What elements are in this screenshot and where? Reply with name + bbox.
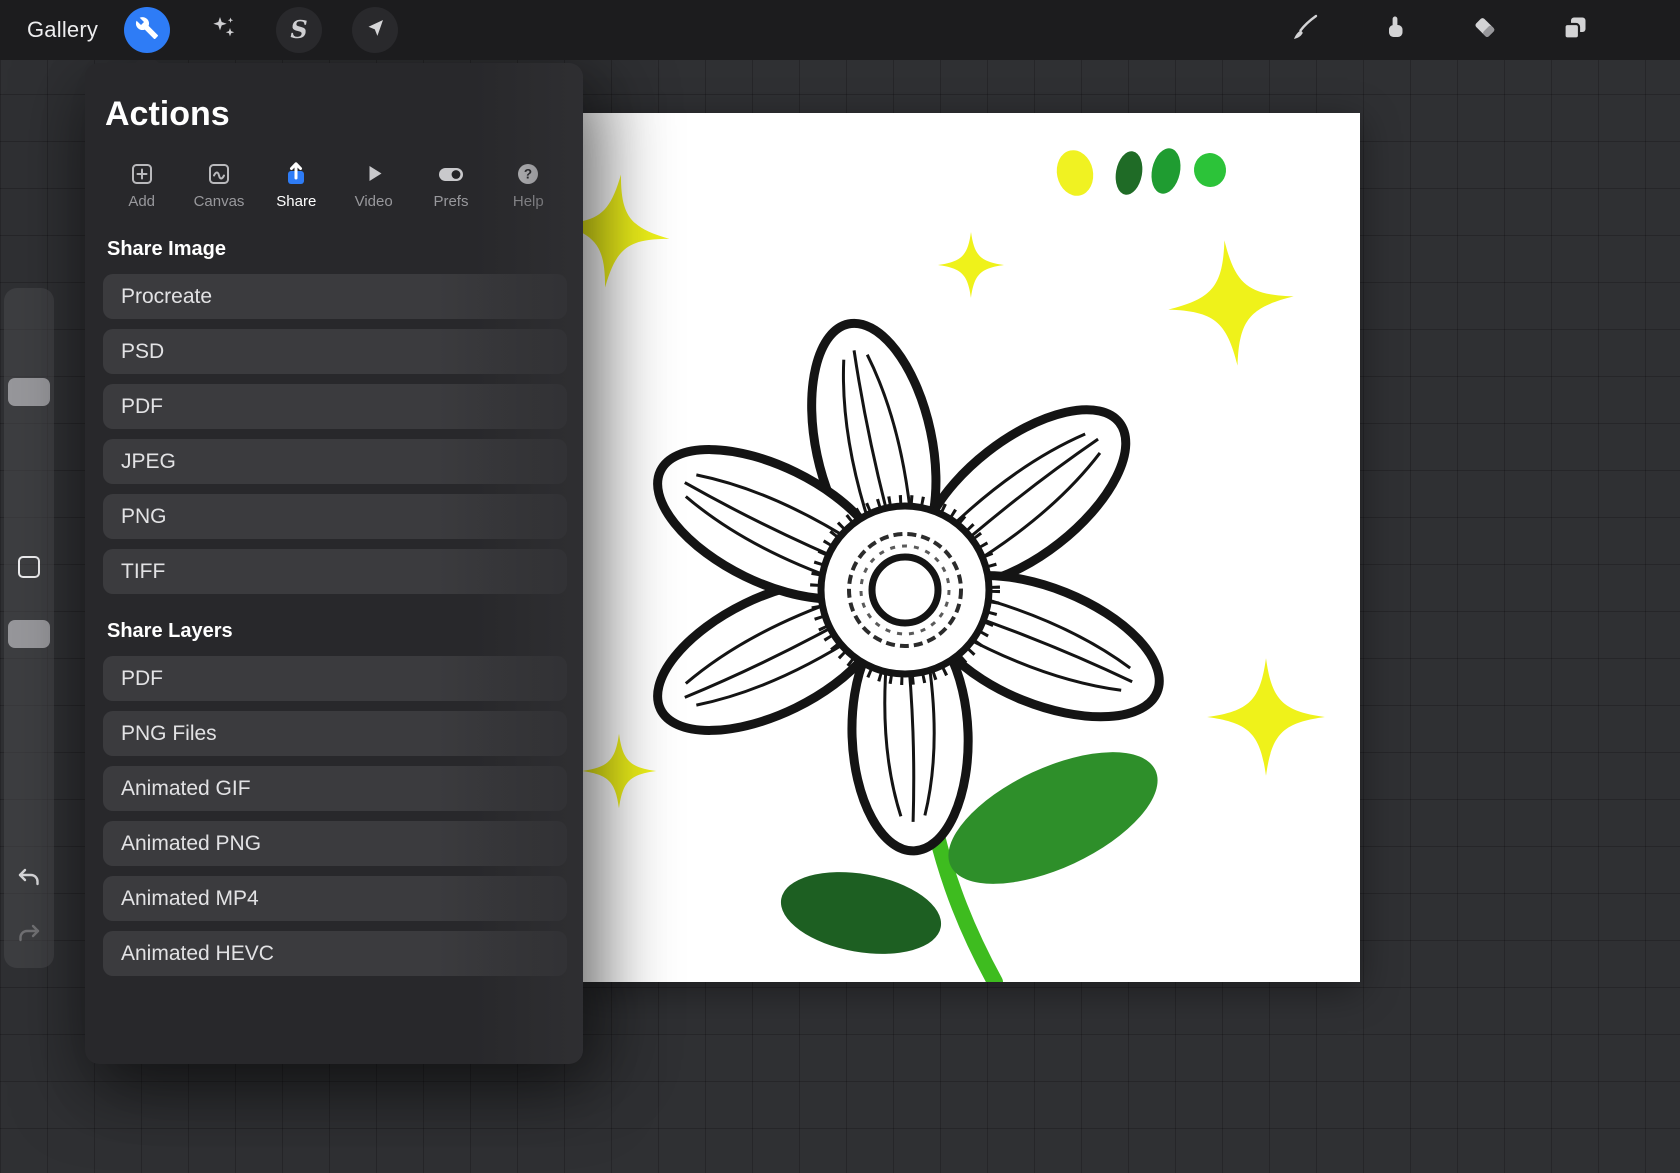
selection-button[interactable]: S bbox=[276, 7, 322, 53]
undo-button[interactable] bbox=[16, 866, 42, 895]
selection-s-icon: S bbox=[290, 18, 307, 42]
share-option-png[interactable]: PNG bbox=[103, 494, 567, 539]
tab-label: Canvas bbox=[194, 193, 245, 210]
share-icon bbox=[282, 158, 310, 188]
share-image-header: Share Image bbox=[107, 238, 567, 261]
swatch-bright-green bbox=[1193, 152, 1228, 189]
tab-label: Video bbox=[355, 193, 393, 210]
top-toolbar: Gallery S bbox=[0, 0, 1680, 60]
help-icon: ? bbox=[514, 158, 542, 188]
leaf-dark-green bbox=[774, 861, 947, 966]
swatch-green bbox=[1148, 146, 1185, 197]
canvas-icon bbox=[205, 158, 233, 188]
transform-button[interactable] bbox=[352, 7, 398, 53]
erase-tool-button[interactable] bbox=[1470, 13, 1500, 48]
transform-arrow-icon bbox=[363, 16, 387, 45]
layers-button[interactable] bbox=[1560, 13, 1590, 48]
share-option-procreate[interactable]: Procreate bbox=[103, 274, 567, 319]
paint-tool-button[interactable] bbox=[1290, 13, 1320, 48]
actions-button[interactable] bbox=[124, 7, 170, 53]
tab-video[interactable]: Video bbox=[335, 158, 412, 210]
share-layers-animated-mp4[interactable]: Animated MP4 bbox=[103, 876, 567, 921]
add-icon bbox=[128, 158, 156, 188]
tab-share[interactable]: Share bbox=[258, 158, 335, 210]
brush-size-slider[interactable] bbox=[8, 378, 50, 406]
video-icon bbox=[360, 158, 388, 188]
share-option-pdf[interactable]: PDF bbox=[103, 384, 567, 429]
prefs-toggle-icon bbox=[436, 158, 466, 188]
sparkle bbox=[583, 734, 656, 808]
tab-label: Help bbox=[513, 193, 544, 210]
eraser-icon bbox=[1470, 30, 1500, 47]
svg-text:?: ? bbox=[524, 167, 532, 182]
magic-wand-icon bbox=[210, 14, 237, 46]
opacity-slider[interactable] bbox=[8, 620, 50, 648]
gallery-button[interactable]: Gallery bbox=[27, 17, 98, 43]
share-layers-animated-gif[interactable]: Animated GIF bbox=[103, 766, 567, 811]
flower-artwork bbox=[583, 113, 1360, 982]
brush-sidebar bbox=[4, 288, 54, 968]
tab-label: Add bbox=[128, 193, 155, 210]
redo-button[interactable] bbox=[16, 922, 42, 951]
sparkle bbox=[1162, 234, 1300, 372]
brush-icon bbox=[1290, 30, 1320, 47]
actions-tabs: Add Canvas bbox=[103, 158, 567, 210]
smudge-tool-button[interactable] bbox=[1380, 13, 1410, 48]
tab-label: Share bbox=[276, 193, 316, 210]
wrench-icon bbox=[135, 16, 159, 45]
share-option-psd[interactable]: PSD bbox=[103, 329, 567, 374]
tab-canvas[interactable]: Canvas bbox=[180, 158, 257, 210]
adjustments-button[interactable] bbox=[200, 7, 246, 53]
share-layers-animated-png[interactable]: Animated PNG bbox=[103, 821, 567, 866]
layers-icon bbox=[1560, 30, 1590, 47]
share-layers-header: Share Layers bbox=[107, 620, 567, 643]
sparkle bbox=[938, 232, 1004, 298]
share-layers-pdf[interactable]: PDF bbox=[103, 656, 567, 701]
sparkle bbox=[583, 167, 677, 296]
drawing-canvas[interactable] bbox=[583, 113, 1360, 982]
redo-icon bbox=[16, 933, 42, 950]
actions-popover: Actions Add Canvas bbox=[85, 63, 583, 1064]
app-stage: Gallery S bbox=[0, 0, 1680, 1173]
tab-label: Prefs bbox=[433, 193, 468, 210]
tab-help[interactable]: ? Help bbox=[490, 158, 567, 210]
share-layers-png-files[interactable]: PNG Files bbox=[103, 711, 567, 756]
undo-icon bbox=[16, 877, 42, 894]
swatch-yellow bbox=[1053, 147, 1098, 199]
sparkle bbox=[1207, 658, 1325, 776]
share-layers-animated-hevc[interactable]: Animated HEVC bbox=[103, 931, 567, 976]
smudge-icon bbox=[1380, 30, 1410, 47]
share-option-jpeg[interactable]: JPEG bbox=[103, 439, 567, 484]
modify-button[interactable] bbox=[18, 556, 40, 578]
tab-prefs[interactable]: Prefs bbox=[412, 158, 489, 210]
swatch-dark-green bbox=[1112, 149, 1145, 197]
tab-add[interactable]: Add bbox=[103, 158, 180, 210]
share-option-tiff[interactable]: TIFF bbox=[103, 549, 567, 594]
panel-title: Actions bbox=[105, 95, 567, 134]
